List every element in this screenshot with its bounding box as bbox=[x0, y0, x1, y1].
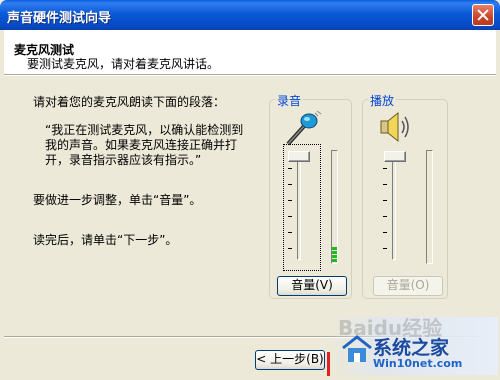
slider-tick bbox=[383, 168, 387, 169]
recording-volume-slider[interactable] bbox=[283, 144, 321, 271]
test-paragraph-line: 我的声音。如果麦克风连接正确并打 bbox=[45, 138, 238, 152]
wizard-header: 麦克风测试 要测试麦克风，请对着麦克风讲话。 bbox=[4, 30, 496, 74]
slider-tick bbox=[288, 248, 292, 249]
slider-tick bbox=[383, 184, 387, 185]
header-divider bbox=[4, 74, 496, 76]
slider-tick bbox=[288, 168, 292, 169]
playback-slider-track bbox=[392, 152, 396, 260]
level-segment bbox=[332, 251, 337, 254]
close-button[interactable] bbox=[472, 4, 494, 26]
back-button[interactable]: < 上一步(B) bbox=[255, 350, 325, 370]
test-paragraph-line: “我正在测试麦克风，以确认能检测到 bbox=[45, 123, 244, 137]
read-instruction: 请对着您的麦克风朗读下面的段落： bbox=[33, 95, 226, 109]
recording-level-meter bbox=[331, 150, 338, 264]
watermark-brand: 系统之家 bbox=[373, 337, 450, 359]
test-paragraph-line: 开，录音指示器应该有指示。” bbox=[45, 153, 202, 167]
microphone-icon bbox=[286, 110, 322, 146]
playback-label: 播放 bbox=[368, 92, 397, 109]
slider-tick bbox=[288, 184, 292, 185]
playback-volume-button[interactable]: 音量(O) bbox=[373, 276, 443, 296]
slider-tick bbox=[383, 248, 387, 249]
slider-tick bbox=[288, 200, 292, 201]
slider-tick bbox=[288, 216, 292, 217]
recording-label: 录音 bbox=[275, 92, 304, 109]
playback-slider-thumb[interactable] bbox=[384, 151, 406, 162]
slider-tick bbox=[383, 232, 387, 233]
page-description: 要测试麦克风，请对着麦克风讲话。 bbox=[27, 57, 220, 71]
recording-volume-button[interactable]: 音量(V) bbox=[277, 276, 347, 296]
slider-tick bbox=[383, 216, 387, 217]
level-segment bbox=[332, 247, 337, 250]
test-paragraph: “我正在测试麦克风，以确认能检测到 我的声音。如果麦克风连接正确并打 开，录音指… bbox=[45, 123, 250, 168]
window-title: 声音硬件测试向导 bbox=[7, 11, 112, 26]
slider-tick bbox=[288, 232, 292, 233]
next-hint: 读完后，请单击“下一步”。 bbox=[33, 233, 178, 247]
adjust-hint: 要做进一步调整，单击“音量”。 bbox=[33, 193, 202, 207]
recording-slider-thumb[interactable] bbox=[288, 151, 310, 162]
level-segment bbox=[332, 255, 337, 258]
watermark-url: Win10net.com bbox=[373, 357, 463, 370]
title-bar: 声音硬件测试向导 bbox=[0, 0, 500, 30]
house-logo-icon bbox=[342, 335, 372, 362]
recording-slider-track bbox=[297, 152, 301, 260]
level-segment bbox=[332, 259, 337, 262]
playback-level-meter bbox=[426, 150, 433, 264]
slider-tick bbox=[383, 200, 387, 201]
speaker-icon bbox=[380, 111, 409, 143]
